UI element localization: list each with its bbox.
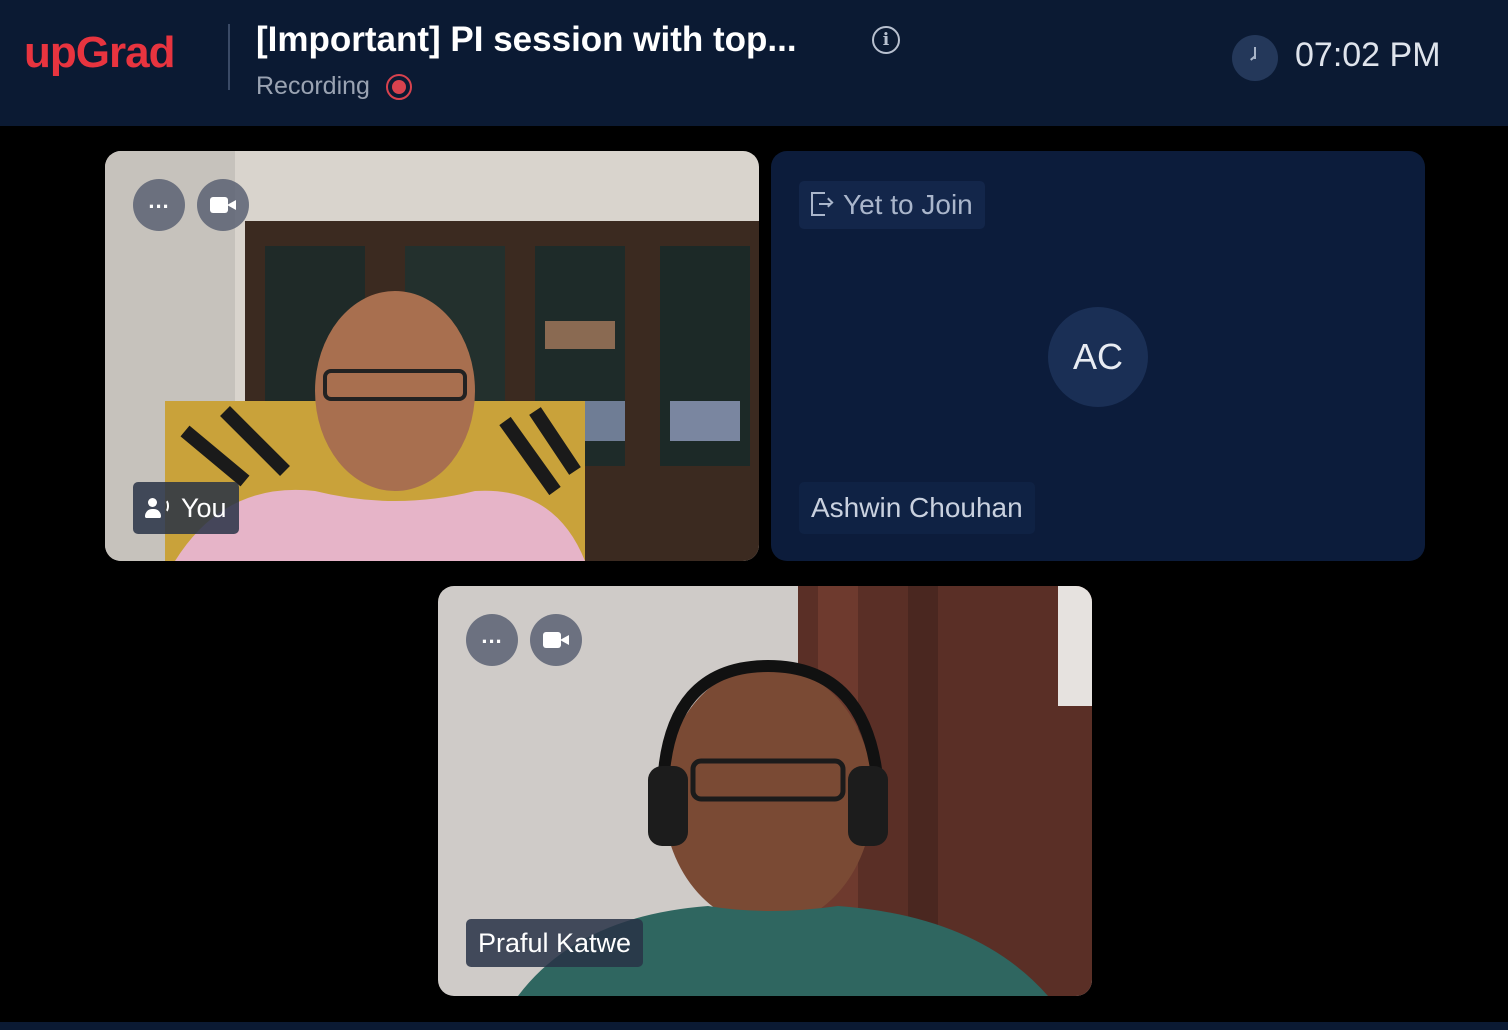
participant-tile-pending[interactable]: Yet to Join AC Ashwin Chouhan xyxy=(771,151,1425,561)
top-bar: upGrad [Important] PI session with top..… xyxy=(0,0,1508,126)
more-options-button[interactable]: ... xyxy=(133,179,185,231)
recording-icon xyxy=(386,74,412,100)
camera-button[interactable] xyxy=(197,179,249,231)
upgrad-logo: upGrad xyxy=(24,28,175,77)
camera-button[interactable] xyxy=(530,614,582,666)
speaking-icon xyxy=(145,498,171,518)
avatar: AC xyxy=(1048,307,1148,407)
more-dots-icon: ... xyxy=(148,188,170,213)
bottom-strip xyxy=(0,1022,1508,1030)
participant-name-badge: Praful Katwe xyxy=(466,919,644,967)
more-dots-icon: ... xyxy=(481,623,503,648)
more-options-button[interactable]: ... xyxy=(466,614,518,666)
yet-to-join-badge: Yet to Join xyxy=(799,181,985,229)
participant-tile-you[interactable]: ... You xyxy=(105,151,759,561)
video-camera-icon xyxy=(210,196,236,214)
participant-name: Praful Katwe xyxy=(478,928,632,958)
participant-name: You xyxy=(181,493,227,523)
clock-icon xyxy=(1232,35,1278,81)
header-divider xyxy=(228,24,230,90)
participant-tile-praful[interactable]: ... Praful Katwe xyxy=(438,586,1092,996)
meeting-time: 07:02 PM xyxy=(1295,36,1441,74)
info-icon[interactable]: i xyxy=(872,26,900,54)
recording-label: Recording xyxy=(256,72,370,100)
join-status: Yet to Join xyxy=(843,189,973,220)
participant-name-badge: You xyxy=(133,482,239,534)
meeting-title: [Important] PI session with top... xyxy=(256,20,797,59)
video-camera-icon xyxy=(543,631,569,649)
participant-name: Ashwin Chouhan xyxy=(799,482,1035,534)
join-exit-icon xyxy=(811,192,834,218)
